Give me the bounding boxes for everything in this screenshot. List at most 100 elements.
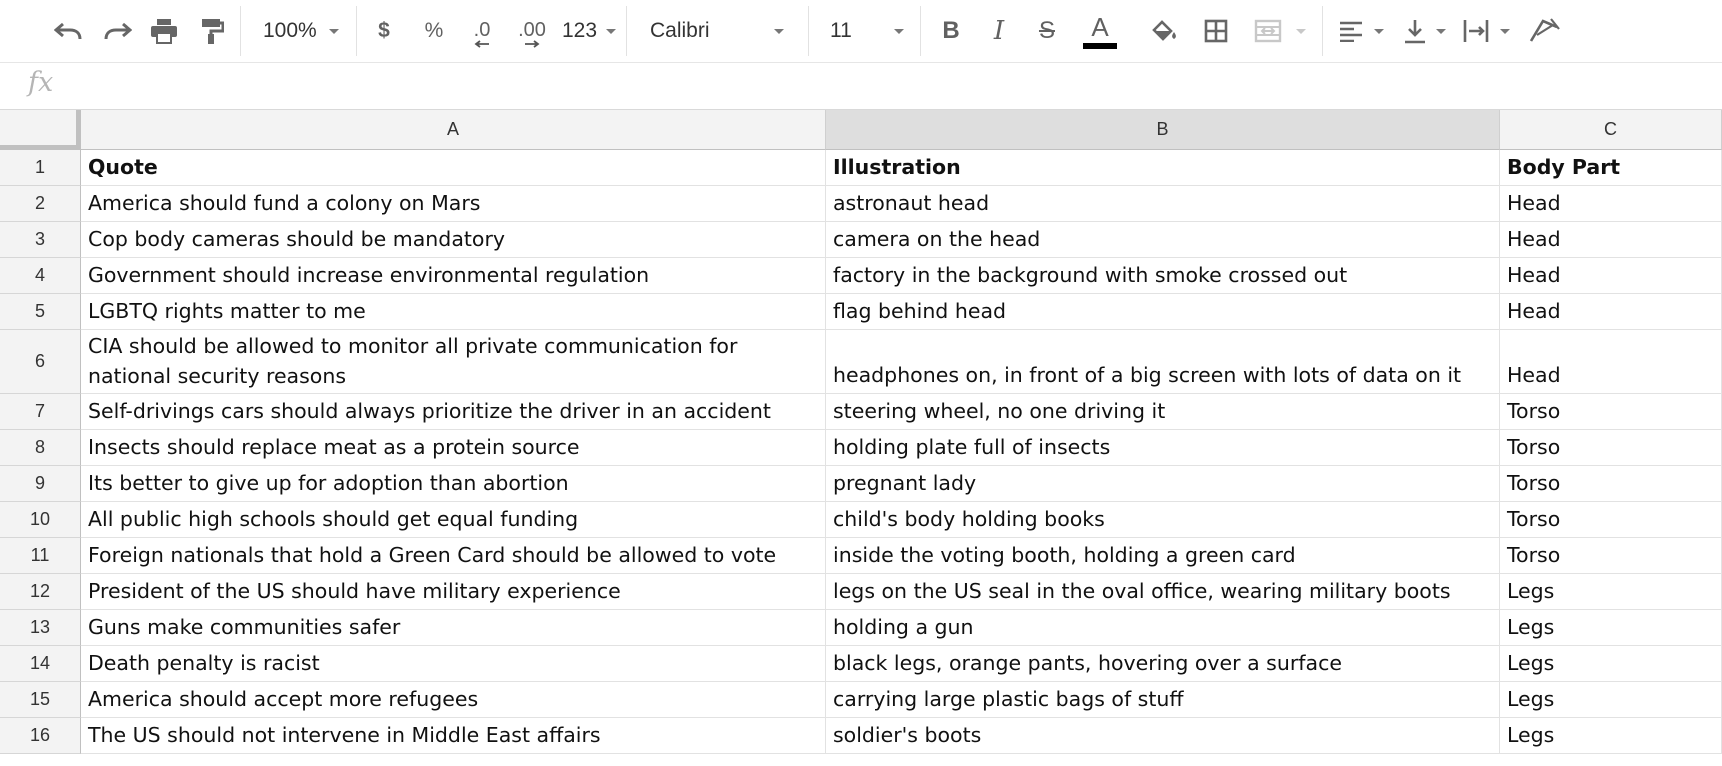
cell-a[interactable]: The US should not intervene in Middle Ea… [81, 718, 826, 754]
horizontal-align-icon[interactable] [1334, 0, 1368, 62]
cell-c[interactable]: Head [1500, 330, 1722, 394]
cell-c[interactable]: Legs [1500, 610, 1722, 646]
redo-icon[interactable] [98, 0, 138, 62]
increase-decimal-button[interactable]: .00 [510, 0, 554, 62]
cell-a[interactable]: All public high schools should get equal… [81, 502, 826, 538]
chevron-down-icon [606, 29, 616, 34]
cell-b[interactable]: carrying large plastic bags of stuff [826, 682, 1500, 718]
cell-b[interactable]: factory in the background with smoke cro… [826, 258, 1500, 294]
cell-a[interactable]: Government should increase environmental… [81, 258, 826, 294]
cell-a[interactable]: Foreign nationals that hold a Green Card… [81, 538, 826, 574]
text-color-icon[interactable]: A [1080, 0, 1120, 62]
cell-a[interactable]: America should fund a colony on Mars [81, 186, 826, 222]
print-icon[interactable] [144, 0, 184, 62]
cell-c[interactable]: Head [1500, 222, 1722, 258]
arrow-right-icon [525, 40, 540, 48]
cell-b[interactable]: pregnant lady [826, 466, 1500, 502]
font-size-select[interactable]: 11 [830, 0, 910, 62]
spreadsheet-grid: A B C 1 Quote Illustration Body Part 2 Americ… [0, 110, 1722, 766]
toolbar-divider [626, 6, 627, 56]
header-cell-a[interactable]: Quote [81, 150, 826, 186]
cell-c[interactable]: Torso [1500, 466, 1722, 502]
text-rotation-icon[interactable] [1524, 0, 1564, 62]
row-header[interactable]: 10 [0, 502, 81, 538]
row-header[interactable]: 8 [0, 430, 81, 466]
cell-c[interactable]: Legs [1500, 574, 1722, 610]
cell-a[interactable]: Self-drivings cars should always priorit… [81, 394, 826, 430]
row-header[interactable]: 6 [0, 330, 81, 394]
vertical-align-icon[interactable] [1398, 0, 1432, 62]
row-header[interactable]: 15 [0, 682, 81, 718]
row-header[interactable]: 5 [0, 294, 81, 330]
cell-a[interactable]: LGBTQ rights matter to me [81, 294, 826, 330]
formula-input[interactable] [78, 63, 1722, 109]
cell-b[interactable]: child's body holding books [826, 502, 1500, 538]
cell-b[interactable]: soldier's boots [826, 718, 1500, 754]
cell-a[interactable]: Guns make communities safer [81, 610, 826, 646]
font-family-value: Calibri [650, 19, 710, 42]
cell-b[interactable]: holding a gun [826, 610, 1500, 646]
undo-icon[interactable] [48, 0, 88, 62]
cell-c[interactable]: Head [1500, 258, 1722, 294]
cell-a[interactable]: Its better to give up for adoption than … [81, 466, 826, 502]
currency-format-button[interactable]: $ [368, 0, 400, 62]
select-all-corner[interactable] [0, 110, 81, 150]
text-wrap-icon[interactable] [1460, 0, 1496, 62]
borders-icon[interactable] [1196, 0, 1236, 62]
italic-icon[interactable]: I [982, 0, 1016, 62]
column-header-b[interactable]: B [826, 110, 1500, 150]
row-header[interactable]: 7 [0, 394, 81, 430]
cell-b[interactable]: steering wheel, no one driving it [826, 394, 1500, 430]
row-header[interactable]: 4 [0, 258, 81, 294]
row-header[interactable]: 11 [0, 538, 81, 574]
cell-c[interactable]: Head [1500, 186, 1722, 222]
cell-b[interactable]: flag behind head [826, 294, 1500, 330]
font-family-select[interactable]: Calibri [650, 0, 800, 62]
cell-a[interactable]: President of the US should have military… [81, 574, 826, 610]
cell-b[interactable]: astronaut head [826, 186, 1500, 222]
row-header[interactable]: 16 [0, 718, 81, 754]
cell-a[interactable]: Death penalty is racist [81, 646, 826, 682]
cell-b[interactable]: camera on the head [826, 222, 1500, 258]
cell-b[interactable]: headphones on, in front of a big screen … [826, 330, 1500, 394]
cell-a[interactable]: Insects should replace meat as a protein… [81, 430, 826, 466]
cell-b[interactable]: legs on the US seal in the oval office, … [826, 574, 1500, 610]
cell-b[interactable]: black legs, orange pants, hovering over … [826, 646, 1500, 682]
cell-b[interactable]: inside the voting booth, holding a green… [826, 538, 1500, 574]
cell-a[interactable]: Cop body cameras should be mandatory [81, 222, 826, 258]
currency-label: $ [378, 19, 390, 42]
cell-c[interactable]: Legs [1500, 682, 1722, 718]
zoom-value: 100% [263, 19, 317, 42]
row-header[interactable]: 12 [0, 574, 81, 610]
cell-c[interactable]: Torso [1500, 430, 1722, 466]
paint-format-icon[interactable] [192, 0, 232, 62]
strikethrough-icon[interactable]: S [1030, 0, 1064, 62]
bold-icon[interactable]: B [934, 0, 968, 62]
cell-a[interactable]: America should accept more refugees [81, 682, 826, 718]
row-header[interactable]: 14 [0, 646, 81, 682]
cell-b[interactable]: holding plate full of insects [826, 430, 1500, 466]
cell-c[interactable]: Head [1500, 294, 1722, 330]
merge-cells-icon[interactable] [1248, 0, 1288, 62]
header-cell-c[interactable]: Body Part [1500, 150, 1722, 186]
more-formats-select[interactable]: 123 [562, 0, 618, 62]
row-header[interactable]: 9 [0, 466, 81, 502]
column-header-c[interactable]: C [1500, 110, 1722, 150]
chevron-down-icon [329, 29, 339, 34]
column-header-a[interactable]: A [81, 110, 826, 150]
cell-c[interactable]: Legs [1500, 646, 1722, 682]
percent-format-button[interactable]: % [418, 0, 450, 62]
row-header[interactable]: 3 [0, 222, 81, 258]
cell-c[interactable]: Torso [1500, 502, 1722, 538]
fill-color-icon[interactable] [1144, 0, 1184, 62]
cell-c[interactable]: Legs [1500, 718, 1722, 754]
row-header[interactable]: 1 [0, 150, 81, 186]
zoom-select[interactable]: 100% [263, 0, 343, 62]
decrease-decimal-button[interactable]: .0 [462, 0, 502, 62]
cell-c[interactable]: Torso [1500, 394, 1722, 430]
row-header[interactable]: 13 [0, 610, 81, 646]
row-header[interactable]: 2 [0, 186, 81, 222]
cell-a[interactable]: CIA should be allowed to monitor all pri… [81, 330, 826, 394]
header-cell-b[interactable]: Illustration [826, 150, 1500, 186]
cell-c[interactable]: Torso [1500, 538, 1722, 574]
